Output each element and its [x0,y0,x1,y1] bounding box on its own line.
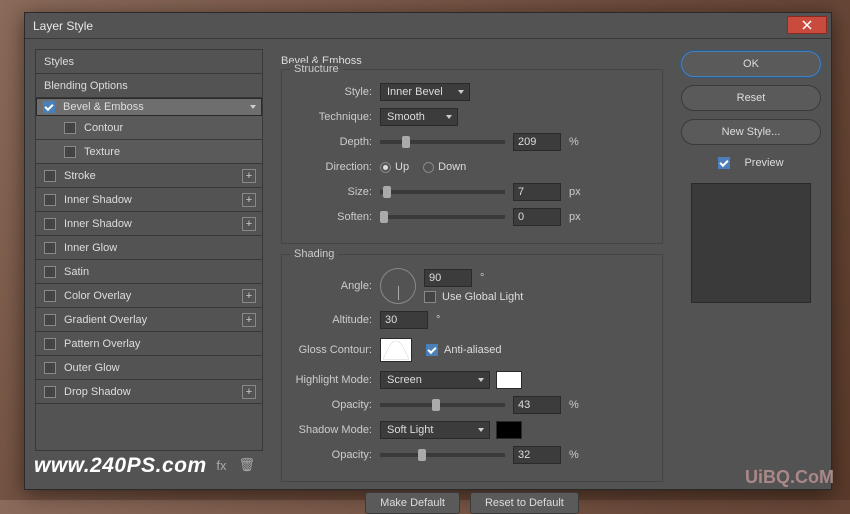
highlight-color-swatch[interactable] [496,371,522,389]
add-icon[interactable]: + [242,169,256,183]
structure-group: Structure Style:Inner Bevel Technique:Sm… [281,69,663,244]
reset-button[interactable]: Reset [681,85,821,111]
outer-glow-row[interactable]: Outer Glow [36,356,262,380]
soften-input[interactable]: 0 [513,208,561,226]
gloss-contour-label: Gloss Contour: [292,344,380,356]
trash-icon[interactable]: 🗑 [238,457,255,473]
highlight-mode-select[interactable]: Screen [380,371,490,389]
new-style-button[interactable]: New Style... [681,119,821,145]
structure-label: Structure [290,63,343,75]
color-overlay-checkbox[interactable] [44,290,56,302]
highlight-opacity-input[interactable]: 43 [513,396,561,414]
gloss-contour-picker[interactable] [380,338,412,362]
inner-shadow-2-checkbox[interactable] [44,218,56,230]
shadow-opacity-label: Opacity: [292,449,380,461]
add-icon[interactable]: + [242,217,256,231]
size-input[interactable]: 7 [513,183,561,201]
style-label: Style: [292,86,380,98]
shadow-color-swatch[interactable] [496,421,522,439]
add-icon[interactable]: + [242,193,256,207]
highlight-mode-label: Highlight Mode: [292,374,380,386]
bevel-checkbox[interactable] [43,101,55,113]
close-icon [802,20,812,30]
texture-checkbox[interactable] [64,146,76,158]
direction-label: Direction: [292,161,380,173]
contour-checkbox[interactable] [64,122,76,134]
soften-slider[interactable] [380,215,505,219]
size-slider[interactable] [380,190,505,194]
satin-checkbox[interactable] [44,266,56,278]
depth-slider[interactable] [380,140,505,144]
dialog-title: Layer Style [33,19,93,33]
shading-label: Shading [290,248,338,260]
pattern-overlay-checkbox[interactable] [44,338,56,350]
technique-label: Technique: [292,111,380,123]
watermark-1: www.240PS.com [34,454,207,478]
fx-icon[interactable]: fx [216,458,226,473]
altitude-input[interactable]: 30 [380,311,428,329]
inner-shadow-row-2[interactable]: Inner Shadow+ [36,212,262,236]
stroke-checkbox[interactable] [44,170,56,182]
shadow-mode-select[interactable]: Soft Light [380,421,490,439]
add-icon[interactable]: + [242,313,256,327]
global-light-checkbox[interactable] [424,291,436,303]
depth-input[interactable]: 209 [513,133,561,151]
highlight-opacity-label: Opacity: [292,399,380,411]
ok-button[interactable]: OK [681,51,821,77]
titlebar[interactable]: Layer Style [25,13,831,39]
styles-header[interactable]: Styles [36,50,262,74]
inner-shadow-row-1[interactable]: Inner Shadow+ [36,188,262,212]
gradient-overlay-row[interactable]: Gradient Overlay+ [36,308,262,332]
technique-select[interactable]: Smooth [380,108,458,126]
contour-row[interactable]: Contour [36,116,262,140]
preview-box [691,183,811,303]
inner-shadow-1-checkbox[interactable] [44,194,56,206]
settings-panel: Bevel & Emboss Structure Style:Inner Bev… [273,49,671,479]
layer-style-dialog: Layer Style Styles Blending Options Beve… [24,12,832,490]
shadow-opacity-input[interactable]: 32 [513,446,561,464]
inner-glow-row[interactable]: Inner Glow [36,236,262,260]
inner-glow-checkbox[interactable] [44,242,56,254]
drop-shadow-row[interactable]: Drop Shadow+ [36,380,262,404]
soften-label: Soften: [292,211,380,223]
action-panel: OK Reset New Style... Preview [681,49,821,479]
angle-label: Angle: [292,280,380,292]
preview-checkbox[interactable] [718,157,730,169]
altitude-label: Altitude: [292,314,380,326]
satin-row[interactable]: Satin [36,260,262,284]
anti-aliased-checkbox[interactable] [426,344,438,356]
stroke-row[interactable]: Stroke+ [36,164,262,188]
down-radio[interactable] [423,162,434,173]
styles-panel: Styles Blending Options Bevel & Emboss C… [35,49,263,479]
shading-group: Shading Angle: 90° Use Global Light Alti… [281,254,663,482]
drop-shadow-checkbox[interactable] [44,386,56,398]
angle-input[interactable]: 90 [424,269,472,287]
gradient-overlay-checkbox[interactable] [44,314,56,326]
outer-glow-checkbox[interactable] [44,362,56,374]
texture-row[interactable]: Texture [36,140,262,164]
add-icon[interactable]: + [242,289,256,303]
blending-options-row[interactable]: Blending Options [36,74,262,98]
up-radio[interactable] [380,162,391,173]
depth-label: Depth: [292,136,380,148]
style-select[interactable]: Inner Bevel [380,83,470,101]
reset-default-button[interactable]: Reset to Default [470,492,579,514]
add-icon[interactable]: + [242,385,256,399]
color-overlay-row[interactable]: Color Overlay+ [36,284,262,308]
shadow-opacity-slider[interactable] [380,453,505,457]
watermark-2: UiBQ.CoM [745,467,834,488]
angle-wheel[interactable] [380,268,416,304]
shadow-mode-label: Shadow Mode: [292,424,380,436]
bevel-emboss-row[interactable]: Bevel & Emboss [36,98,262,116]
close-button[interactable] [787,16,827,34]
highlight-opacity-slider[interactable] [380,403,505,407]
pattern-overlay-row[interactable]: Pattern Overlay [36,332,262,356]
size-label: Size: [292,186,380,198]
make-default-button[interactable]: Make Default [365,492,460,514]
